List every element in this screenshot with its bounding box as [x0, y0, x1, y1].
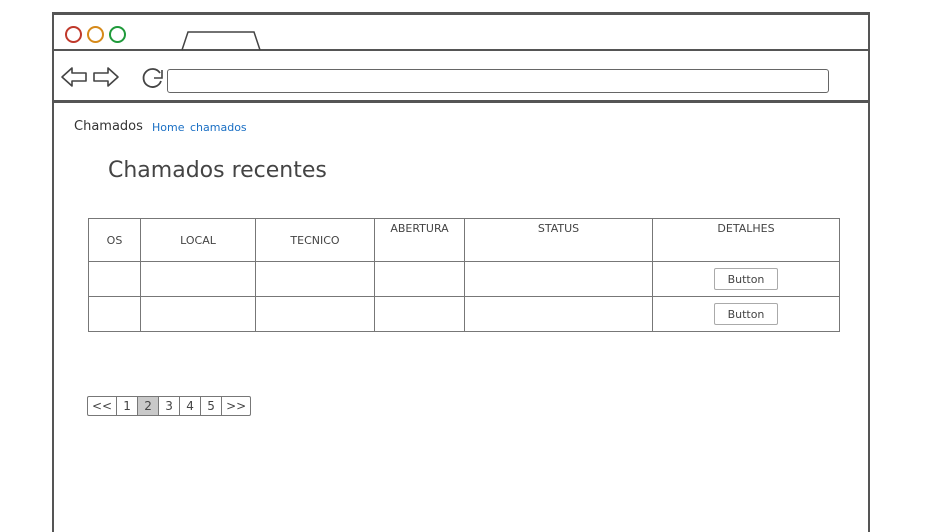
cell-abertura: [374, 261, 465, 297]
address-bar: [54, 51, 868, 103]
minimize-window-icon[interactable]: [87, 26, 104, 43]
cell-status: [464, 261, 653, 297]
breadcrumb-home-link[interactable]: Home: [152, 121, 184, 134]
cell-detalhes: Button: [652, 261, 840, 297]
page-title: Chamados recentes: [108, 158, 327, 183]
pagination: << 1 2 3 4 5 >>: [87, 396, 252, 416]
title-bar: [54, 15, 868, 51]
details-button[interactable]: Button: [714, 268, 778, 290]
cell-abertura: [374, 296, 465, 332]
table-header-row: OS LOCAL TECNICO ABERTURA STATUS DETALHE…: [88, 218, 840, 262]
url-input[interactable]: [167, 69, 829, 93]
cell-tecnico: [255, 296, 375, 332]
pagination-first[interactable]: <<: [88, 397, 118, 415]
close-window-icon[interactable]: [65, 26, 82, 43]
cell-os: [88, 296, 141, 332]
cell-tecnico: [255, 261, 375, 297]
pagination-page-2[interactable]: 2: [138, 397, 160, 415]
reload-icon[interactable]: [140, 65, 166, 91]
pagination-last[interactable]: >>: [222, 397, 250, 415]
chamados-table: OS LOCAL TECNICO ABERTURA STATUS DETALHE…: [88, 218, 840, 332]
table-row: Button: [88, 296, 840, 332]
cell-detalhes: Button: [652, 296, 840, 332]
details-button[interactable]: Button: [714, 303, 778, 325]
breadcrumb-app-name: Chamados: [74, 119, 143, 134]
cell-local: [140, 261, 256, 297]
cell-local: [140, 296, 256, 332]
forward-arrow-icon[interactable]: [92, 65, 120, 89]
browser-tab[interactable]: [180, 29, 264, 51]
column-header-os: OS: [88, 218, 141, 262]
column-header-local: LOCAL: [140, 218, 256, 262]
pagination-page-4[interactable]: 4: [180, 397, 202, 415]
table-row: Button: [88, 261, 840, 297]
breadcrumb-chamados-link[interactable]: chamados: [190, 121, 247, 134]
back-arrow-icon[interactable]: [60, 65, 88, 89]
cell-status: [464, 296, 653, 332]
cell-os: [88, 261, 141, 297]
pagination-page-3[interactable]: 3: [159, 397, 181, 415]
pagination-page-5[interactable]: 5: [201, 397, 223, 415]
column-header-detalhes: DETALHES: [652, 218, 840, 262]
pagination-page-1[interactable]: 1: [117, 397, 139, 415]
browser-window: Chamados Home chamados Chamados recentes…: [52, 12, 870, 532]
column-header-tecnico: TECNICO: [255, 218, 375, 262]
column-header-status: STATUS: [464, 218, 653, 262]
maximize-window-icon[interactable]: [109, 26, 126, 43]
column-header-abertura: ABERTURA: [374, 218, 465, 262]
